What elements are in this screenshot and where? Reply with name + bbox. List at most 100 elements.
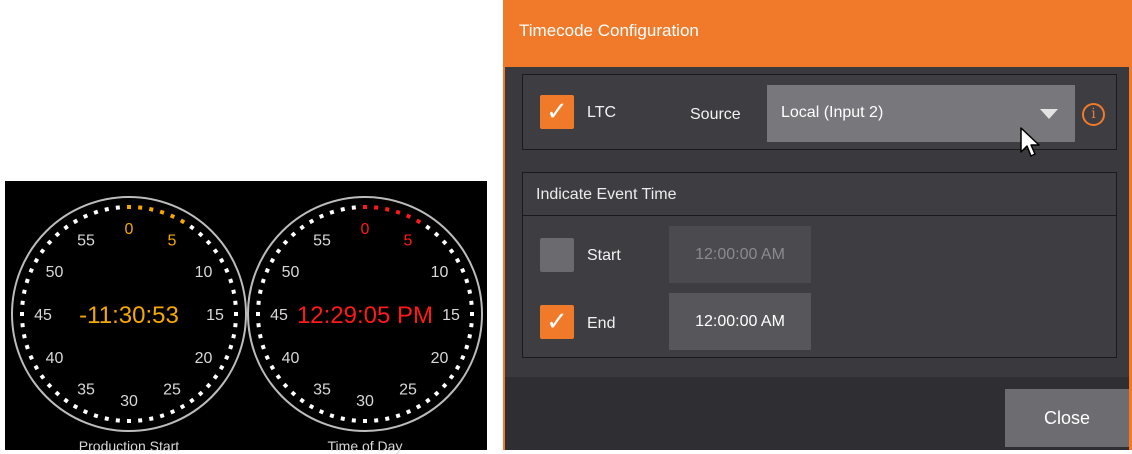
- dial-number: 5: [404, 233, 413, 250]
- seconds-tick: [233, 300, 238, 306]
- seconds-tick: [24, 344, 30, 350]
- seconds-tick: [373, 418, 379, 423]
- dial-number: 5: [168, 233, 177, 250]
- dial-number: 15: [442, 307, 460, 324]
- clock-panel: 0 5 10 15 20 25 30 35 40 45 50 55 -11:30:53 0 5 10 15 20 2…: [5, 181, 487, 454]
- seconds-tick: [299, 397, 305, 404]
- seconds-tick: [308, 218, 315, 225]
- dial-number: 45: [34, 307, 52, 324]
- seconds-tick: [448, 374, 455, 380]
- close-button[interactable]: Close: [1005, 389, 1129, 447]
- seconds-tick: [228, 278, 234, 284]
- seconds-tick: [159, 209, 165, 215]
- seconds-tick: [363, 419, 367, 423]
- seconds-tick: [212, 248, 219, 254]
- dial-number: 20: [431, 350, 449, 367]
- clock-time-time-of-day: 12:29:05 PM: [297, 302, 433, 329]
- seconds-tick: [197, 390, 204, 397]
- seconds-tick: [46, 239, 53, 246]
- seconds-tick: [233, 322, 238, 328]
- seconds-tick: [93, 413, 99, 419]
- clock-time-production-start: -11:30:53: [79, 302, 179, 329]
- seconds-tick: [82, 409, 89, 415]
- dialog-title: Timecode Configuration: [519, 21, 699, 40]
- clock-caption-time-of-day: Time of Day: [327, 438, 403, 454]
- seconds-tick: [82, 213, 89, 219]
- source-label: Source: [690, 106, 741, 123]
- dial-number: 10: [431, 264, 449, 281]
- seconds-tick: [63, 397, 69, 404]
- dropdown-caret-icon: [1040, 109, 1058, 119]
- seconds-tick: [189, 224, 195, 231]
- dial-number: 30: [356, 393, 374, 410]
- seconds-tick: [405, 213, 412, 219]
- ltc-label: LTC: [587, 104, 617, 121]
- seconds-tick: [231, 333, 237, 339]
- seconds-tick: [169, 409, 176, 415]
- seconds-tick: [234, 312, 238, 316]
- dial-number: 30: [120, 393, 138, 410]
- seconds-tick: [433, 231, 440, 238]
- seconds-tick: [275, 248, 282, 254]
- dial-number: 15: [206, 307, 224, 324]
- seconds-tick: [21, 333, 27, 339]
- seconds-tick: [137, 205, 143, 210]
- dial-number: 35: [313, 381, 331, 398]
- seconds-tick: [425, 224, 431, 231]
- seconds-tick: [20, 312, 24, 316]
- dial-number: 45: [270, 307, 288, 324]
- ltc-checkbox[interactable]: ✓: [540, 95, 574, 129]
- start-label: Start: [587, 247, 621, 264]
- seconds-tick: [20, 300, 25, 306]
- seconds-tick: [329, 413, 335, 419]
- seconds-tick: [264, 354, 270, 361]
- start-time-input[interactable]: 12:00:00 AM: [669, 226, 811, 283]
- timecode-configuration-dialog: Timecode Configuration Indicate Event Ti…: [503, 0, 1132, 450]
- seconds-tick: [189, 397, 195, 404]
- seconds-tick: [54, 390, 61, 397]
- seconds-tick: [384, 416, 390, 422]
- seconds-tick: [257, 289, 263, 295]
- seconds-tick: [269, 364, 276, 371]
- seconds-tick: [441, 239, 448, 246]
- seconds-tick: [318, 213, 325, 219]
- seconds-tick: [433, 390, 440, 397]
- seconds-tick: [373, 205, 379, 210]
- seconds-tick: [290, 231, 297, 238]
- event-group-title: Indicate Event Time: [536, 186, 677, 203]
- dial-number: 40: [282, 350, 300, 367]
- end-checkbox[interactable]: ✓: [540, 305, 574, 339]
- seconds-tick: [24, 278, 30, 284]
- seconds-tick: [20, 322, 25, 328]
- seconds-tick: [384, 206, 390, 212]
- seconds-tick: [33, 364, 40, 371]
- seconds-tick: [256, 312, 260, 316]
- end-time-input[interactable]: 12:00:00 AM: [669, 293, 811, 350]
- seconds-tick: [54, 231, 61, 238]
- seconds-tick: [470, 312, 474, 316]
- seconds-tick: [469, 322, 474, 328]
- check-icon: ✓: [546, 97, 568, 127]
- seconds-tick: [104, 416, 110, 422]
- seconds-tick: [318, 409, 325, 415]
- seconds-tick: [21, 289, 27, 295]
- seconds-tick: [28, 267, 34, 274]
- seconds-tick: [46, 382, 53, 389]
- seconds-tick: [363, 205, 367, 209]
- seconds-tick: [329, 209, 335, 215]
- seconds-tick: [467, 289, 473, 295]
- seconds-tick: [179, 218, 186, 225]
- seconds-tick: [467, 333, 473, 339]
- start-checkbox[interactable]: [540, 238, 574, 272]
- seconds-tick: [351, 205, 357, 210]
- dialog-titlebar[interactable]: Timecode Configuration: [503, 0, 1132, 67]
- seconds-tick: [441, 382, 448, 389]
- info-icon[interactable]: i: [1082, 103, 1105, 126]
- seconds-tick: [460, 267, 466, 274]
- seconds-tick: [28, 354, 34, 361]
- dial-number: 50: [282, 264, 300, 281]
- seconds-tick: [197, 231, 204, 238]
- seconds-tick: [340, 206, 346, 212]
- seconds-tick: [104, 206, 110, 212]
- seconds-tick: [351, 418, 357, 423]
